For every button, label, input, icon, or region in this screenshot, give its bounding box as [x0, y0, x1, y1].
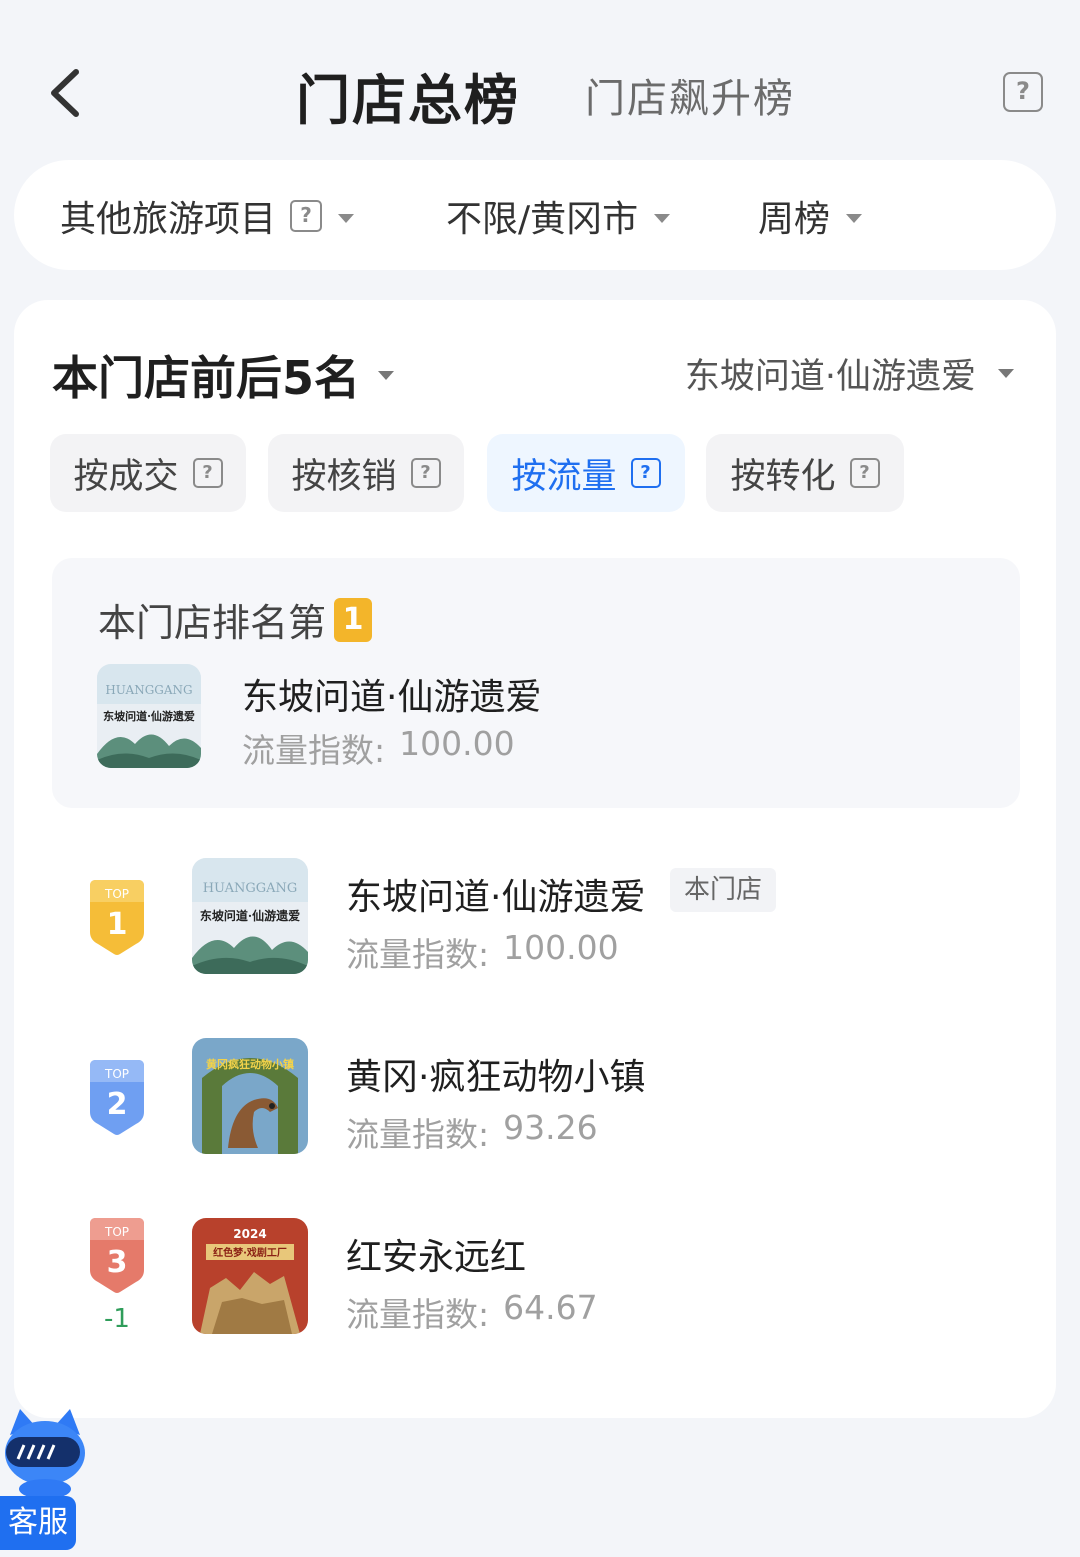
index-value: 100.00: [399, 724, 515, 763]
region-filter[interactable]: 不限/黄冈市: [446, 192, 671, 240]
chevron-down-icon: [378, 370, 395, 380]
store-thumbnail[interactable]: 黄冈疯狂动物小镇: [192, 1038, 308, 1154]
region-filter-label: 不限/黄冈市: [446, 199, 639, 240]
period-filter[interactable]: 周榜: [758, 192, 863, 240]
index-label: 流量指数:: [346, 1295, 490, 1334]
tab-by-redemption[interactable]: 按核销 ?: [268, 434, 464, 512]
help-icon[interactable]: ?: [1003, 72, 1043, 112]
tab-store-total-ranking[interactable]: 门店总榜: [296, 56, 520, 135]
store-name: 黄冈·疯狂动物小镇: [346, 1057, 646, 1098]
help-icon[interactable]: ?: [849, 458, 880, 488]
badge-top-text: TOP: [104, 1067, 129, 1081]
thumb-sub-text: HUANGGANG: [203, 881, 298, 896]
top-badge-bronze-icon: TOP 3: [90, 1218, 144, 1293]
chevron-down-icon: [654, 213, 671, 223]
filter-bar: 其他旅游项目 ? 不限/黄冈市 周榜: [14, 160, 1056, 270]
badge-num-text: 3: [107, 1245, 128, 1280]
store-thumbnail[interactable]: 2024 红色梦·戏剧工厂: [192, 1218, 308, 1334]
index-value: 93.26: [503, 1108, 598, 1147]
store-select-label: 东坡问道·仙游遗爱: [684, 357, 976, 397]
this-store-tag: 本门店: [670, 868, 777, 912]
index-value: 64.67: [503, 1288, 598, 1327]
customer-service-label[interactable]: 客服: [0, 1496, 76, 1550]
tab-label: 按成交: [73, 456, 179, 497]
ranking-scope-select[interactable]: 本门店前后5名: [52, 342, 395, 408]
top-badge-gold-icon: TOP 1: [90, 880, 144, 955]
help-icon[interactable]: ?: [630, 458, 661, 488]
thumb-title-text: 东坡问道·仙游遗爱: [200, 908, 300, 923]
thumb-year-text: 2024: [233, 1227, 266, 1241]
chevron-down-icon: [998, 369, 1014, 378]
top-badge-silver-icon: TOP 2: [90, 1060, 144, 1135]
chevron-down-icon: [846, 213, 863, 223]
tab-by-traffic[interactable]: 按流量 ?: [487, 434, 685, 512]
badge-top-text: TOP: [104, 887, 129, 901]
rank-text: 本门店排名第: [98, 601, 327, 645]
badge-top-text: TOP: [104, 1225, 129, 1239]
my-rank-box: 本门店排名第 1 HUANGGANG 东坡问道·仙游遗爱 东坡问道·仙游遗爱 流…: [52, 558, 1020, 808]
store-index: 流量指数: 100.00: [346, 928, 619, 976]
rank-badge: 1: [334, 597, 373, 642]
period-filter-label: 周榜: [758, 199, 831, 240]
chevron-down-icon: [338, 213, 355, 223]
rank-change: -1: [104, 1304, 130, 1334]
tab-label: 按核销: [291, 456, 397, 497]
my-rank-label: 本门店排名第 1: [98, 592, 373, 647]
category-filter[interactable]: 其他旅游项目 ?: [60, 192, 355, 240]
card-title: 本门店前后5名: [52, 351, 361, 405]
store-index: 流量指数: 93.26: [346, 1108, 598, 1156]
thumb-title-text: 东坡问道·仙游遗爱: [103, 709, 195, 723]
help-icon[interactable]: ?: [410, 458, 441, 488]
robot-mascot-icon: [5, 1409, 85, 1499]
index-label: 流量指数:: [242, 731, 386, 770]
thumb-title-text: 黄冈疯狂动物小镇: [206, 1057, 294, 1071]
header: 门店总榜 门店飙升榜 ?: [0, 0, 1080, 160]
category-help-icon[interactable]: ?: [290, 200, 323, 232]
help-icon[interactable]: ?: [192, 458, 223, 488]
store-name: 东坡问道·仙游遗爱: [346, 877, 646, 918]
tab-label: 按转化: [730, 456, 836, 497]
badge-num-text: 2: [107, 1087, 128, 1122]
badge-num-text: 1: [107, 907, 128, 942]
my-store-index: 流量指数: 100.00: [242, 724, 515, 772]
tab-store-rising-ranking[interactable]: 门店飙升榜: [585, 66, 795, 124]
index-label: 流量指数:: [346, 1115, 490, 1154]
store-select[interactable]: 东坡问道·仙游遗爱: [685, 348, 1014, 399]
store-index: 流量指数: 64.67: [346, 1288, 598, 1336]
store-thumbnail[interactable]: HUANGGANG 东坡问道·仙游遗爱: [97, 664, 201, 768]
ranking-card: 本门店前后5名 东坡问道·仙游遗爱 按成交 ? 按核销 ? 按流量 ? 按转化 …: [14, 300, 1056, 1418]
index-label: 流量指数:: [346, 935, 490, 974]
tab-by-conversion[interactable]: 按转化 ?: [706, 434, 904, 512]
index-value: 100.00: [503, 928, 619, 967]
back-arrow-icon[interactable]: [40, 62, 100, 122]
category-filter-label: 其他旅游项目: [60, 199, 277, 240]
tab-by-deal[interactable]: 按成交 ?: [50, 434, 246, 512]
store-name: 红安永远红: [346, 1237, 527, 1278]
my-store-name: 东坡问道·仙游遗爱: [242, 677, 542, 718]
tab-label: 按流量: [511, 456, 617, 497]
thumb-sub-text: HUANGGANG: [105, 683, 192, 697]
store-thumbnail[interactable]: HUANGGANG 东坡问道·仙游遗爱: [192, 858, 308, 974]
thumb-title-text: 红色梦·戏剧工厂: [213, 1246, 287, 1259]
